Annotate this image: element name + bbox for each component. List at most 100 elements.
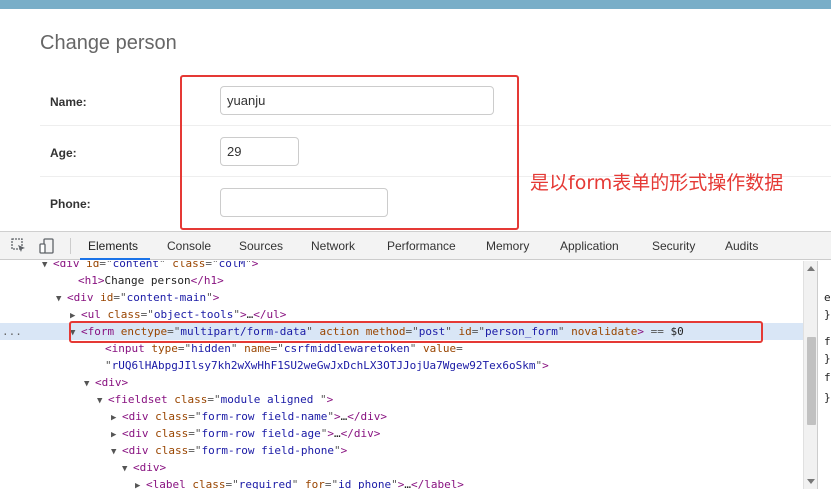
tab-network[interactable]: Network	[311, 239, 355, 253]
dom-token-eq: "	[230, 342, 245, 355]
dom-token-tag: >	[326, 393, 334, 406]
dom-token-tag: <div	[53, 261, 87, 270]
dom-token-tag: </label>	[410, 478, 464, 489]
dom-token-tag: <input	[105, 342, 152, 355]
device-toolbar-icon[interactable]	[39, 238, 55, 254]
dom-token-eq: ="	[188, 410, 202, 423]
dom-node-line[interactable]: ▶ <div class="form-row field-name">…</div…	[0, 408, 803, 425]
dom-token-eq: "	[158, 261, 173, 270]
dom-token-tag: <h1>	[78, 274, 105, 287]
dom-token-txt: …	[333, 427, 341, 440]
dom-token-attr: class	[107, 308, 141, 321]
dom-token-tag: >	[340, 444, 348, 457]
dom-token-txt: …	[404, 478, 411, 489]
dom-token-tag: <div	[122, 444, 156, 457]
tab-console[interactable]: Console	[167, 239, 211, 253]
dom-token-eq: ="	[225, 478, 239, 489]
styles-side-panel[interactable]: e} f} f}	[817, 261, 831, 489]
scroll-up-arrow-icon[interactable]	[807, 266, 815, 271]
dom-token-val: form-row field-age	[201, 427, 321, 440]
collapsed-triangle-icon[interactable]: ▶	[135, 478, 146, 489]
tab-application[interactable]: Application	[560, 239, 619, 253]
dom-token-tag: </div>	[347, 410, 387, 423]
dom-token-eq: ="	[177, 342, 192, 355]
dom-token-val: content	[112, 261, 159, 270]
dom-token-eq: ="	[99, 261, 113, 270]
dom-token-tag: >	[212, 291, 220, 304]
dom-token-attr: class	[155, 444, 189, 457]
dom-token-eq: ="	[113, 291, 127, 304]
dom-node-line[interactable]: <h1>Change person</h1>	[0, 272, 803, 289]
tab-sources[interactable]: Sources	[239, 239, 283, 253]
dom-token-tag: >	[542, 359, 549, 372]
name-label: Name:	[50, 95, 87, 109]
dom-token-tag: >	[251, 261, 259, 270]
dom-token-eq: "	[245, 261, 252, 270]
page-title: Change person	[40, 32, 177, 54]
scroll-down-arrow-icon[interactable]	[807, 479, 815, 484]
dom-node-line[interactable]: ▼ <div class="form-row field-phone">	[0, 442, 803, 459]
dom-token-eq: "	[333, 444, 341, 457]
dom-token-eq: =	[456, 342, 463, 355]
dom-node-line[interactable]: ▼ <div id="content-main">	[0, 289, 803, 306]
dom-token-eq: "	[233, 308, 240, 321]
tab-audits[interactable]: Audits	[725, 239, 758, 253]
dom-token-attr: class	[172, 261, 206, 270]
dom-token-txt: Change person	[104, 274, 191, 287]
dom-node-line[interactable]: ▼ <fieldset class="module aligned ">	[0, 391, 803, 408]
dom-token-eq: "	[206, 291, 213, 304]
dom-token-tag: >	[333, 410, 341, 423]
dom-token-tag: </div>	[340, 427, 381, 440]
dom-node-line[interactable]: "rUQ6lHAbpgJIlsy7kh2wXwHhF1SU2weGwJxDchL…	[0, 357, 803, 374]
dom-token-attr: class	[174, 393, 208, 406]
dom-token-val: object-tools	[153, 308, 234, 321]
selected-node-dots[interactable]: ...	[2, 323, 22, 340]
dom-token-tag: <label	[146, 478, 193, 489]
dom-token-val: hidden	[191, 342, 231, 355]
dom-node-line[interactable]: ▶ <div class="form-row field-age">…</div>	[0, 425, 803, 442]
dom-token-attr: type	[151, 342, 178, 355]
dom-token-eq: "	[409, 342, 423, 355]
annotation-text: 是以form表单的形式操作数据	[530, 172, 784, 194]
form-tag-highlight-box	[69, 321, 763, 343]
dom-token-eq: ="	[324, 478, 339, 489]
dom-token-attr: id	[86, 261, 100, 270]
dom-token-eq: ="	[270, 342, 284, 355]
dom-token-attr: class	[192, 478, 226, 489]
dom-token-eq: ="	[188, 444, 202, 457]
tab-memory[interactable]: Memory	[486, 239, 529, 253]
dom-node-line[interactable]: ▼ <div>	[0, 459, 803, 476]
dom-token-tag: <div>	[95, 376, 129, 389]
elements-scrollbar[interactable]	[803, 261, 817, 489]
dom-node-line[interactable]: ▼ <div id="content" class="colM">	[0, 261, 803, 272]
dom-node-line[interactable]: ▼ <div>	[0, 374, 803, 391]
dom-node-line[interactable]: ▶ <label class="required" for="id_phone">…	[0, 476, 803, 489]
dom-token-attr: id	[100, 291, 114, 304]
dom-token-val: rUQ6lHAbpgJIlsy7kh2wXwHhF1SU2weGwJxDchLX…	[111, 359, 536, 372]
dom-token-tag: <div	[122, 427, 156, 440]
dom-token-val: colM	[218, 261, 246, 270]
devtools-toolbar: Elements Console Sources Network Perform…	[0, 232, 831, 260]
dom-token-eq: "	[391, 478, 398, 489]
toolbar-divider	[70, 238, 71, 254]
side-panel-char: f	[824, 371, 831, 384]
dom-token-attr: name	[244, 342, 271, 355]
dom-token-eq: ="	[207, 393, 221, 406]
dom-token-val: id_phone	[338, 478, 392, 489]
dom-token-val: csrfmiddlewaretoken	[283, 342, 410, 355]
dom-token-tag: >	[327, 427, 334, 440]
scroll-thumb[interactable]	[807, 337, 816, 425]
tab-elements[interactable]: Elements	[88, 239, 138, 253]
tab-security[interactable]: Security	[652, 239, 695, 253]
dom-token-tag: </h1>	[190, 274, 224, 287]
inspect-element-icon[interactable]	[11, 238, 27, 254]
tab-performance[interactable]: Performance	[387, 239, 456, 253]
elements-tree[interactable]: ▼ <div id="content" class="colM"> <h1>Chan…	[0, 261, 803, 489]
dom-token-attr: value	[422, 342, 457, 355]
dom-token-eq: ="	[188, 427, 202, 440]
dom-token-tag: <fieldset	[108, 393, 175, 406]
phone-label: Phone:	[50, 197, 91, 211]
side-panel-char: f	[824, 335, 831, 348]
admin-top-bar	[0, 0, 831, 9]
dom-token-eq: "	[327, 410, 334, 423]
